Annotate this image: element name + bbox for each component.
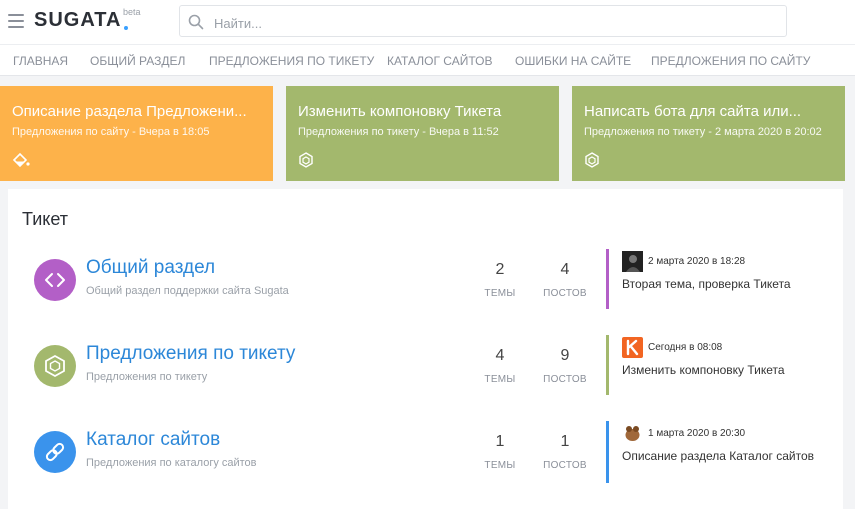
last-post-title[interactable]: Изменить компоновку Тикета xyxy=(622,361,822,380)
themes-count: 4 xyxy=(495,347,505,364)
forum-description: Предложения по тикету xyxy=(86,371,208,383)
featured-card-1[interactable]: Описание раздела Предложени... Предложен… xyxy=(0,86,273,181)
nav-ticket-suggestions[interactable]: ПРЕДЛОЖЕНИЯ ПО ТИКЕТУ xyxy=(209,54,374,68)
menu-icon[interactable] xyxy=(8,14,24,28)
section-title: Тикет xyxy=(22,209,68,229)
featured-card-2[interactable]: Изменить компоновку Тикета Предложения п… xyxy=(286,86,559,181)
beta-badge: beta xyxy=(123,7,141,17)
themes-label: ТЕМЫ xyxy=(484,460,516,471)
nav-site-catalog[interactable]: КАТАЛОГ САЙТОВ xyxy=(387,54,492,68)
hexagon-icon xyxy=(585,152,599,168)
posts-label: ПОСТОВ xyxy=(543,460,587,471)
forum-title-link[interactable]: Предложения по тикету xyxy=(86,343,295,365)
last-post-time: Сегодня в 08:08 xyxy=(648,342,723,353)
code-brackets-icon xyxy=(45,273,65,287)
last-post: 1 марта 2020 в 20:30 Описание раздела Ка… xyxy=(606,421,836,483)
posts-label: ПОСТОВ xyxy=(543,288,587,299)
posts-label: ПОСТОВ xyxy=(543,374,587,385)
nav-site-errors[interactable]: ОШИБКИ НА САЙТЕ xyxy=(515,54,631,68)
paint-bucket-icon xyxy=(12,152,30,168)
search-box[interactable] xyxy=(179,5,787,37)
link-icon xyxy=(45,442,65,462)
featured-card-title[interactable]: Описание раздела Предложени... xyxy=(12,103,261,120)
forum-title-link[interactable]: Каталог сайтов xyxy=(86,429,220,451)
hexagon-icon xyxy=(45,354,65,378)
forum-icon-circle[interactable] xyxy=(34,431,76,473)
posts-count: 9 xyxy=(560,347,570,364)
search-input[interactable] xyxy=(212,12,776,34)
forum-icon-circle[interactable] xyxy=(34,345,76,387)
nav-home[interactable]: ГЛАВНАЯ xyxy=(13,54,68,68)
featured-card-title[interactable]: Написать бота для сайта или... xyxy=(584,103,833,120)
avatar[interactable] xyxy=(622,251,643,272)
avatar[interactable] xyxy=(622,337,643,358)
themes-label: ТЕМЫ xyxy=(484,374,516,385)
nav-general[interactable]: ОБЩИЙ РАЗДЕЛ xyxy=(90,54,185,68)
last-post: 2 марта 2020 в 18:28 Вторая тема, провер… xyxy=(606,249,836,309)
themes-count: 2 xyxy=(495,261,505,278)
ticket-section: Тикет Общий раздел Общий раздел поддержк… xyxy=(8,189,843,509)
logo-dot xyxy=(124,26,128,30)
featured-card-meta: Предложения по тикету - 2 марта 2020 в 2… xyxy=(584,126,822,138)
last-post-time: 1 марта 2020 в 20:30 xyxy=(648,428,746,439)
logo[interactable]: SUGATA xyxy=(34,9,121,32)
featured-card-meta: Предложения по сайту - Вчера в 18:05 xyxy=(12,126,210,138)
avatar[interactable] xyxy=(622,423,643,444)
themes-label: ТЕМЫ xyxy=(484,288,516,299)
nav-site-suggestions[interactable]: ПРЕДЛОЖЕНИЯ ПО САЙТУ xyxy=(651,54,810,68)
forum-title-link[interactable]: Общий раздел xyxy=(86,257,215,279)
forum-row: Общий раздел Общий раздел поддержки сайт… xyxy=(8,249,843,329)
forum-description: Общий раздел поддержки сайта Sugata xyxy=(86,285,289,297)
themes-count: 1 xyxy=(495,433,505,450)
forum-description: Предложения по каталогу сайтов xyxy=(86,457,257,469)
forum-row: Предложения по тикету Предложения по тик… xyxy=(8,335,843,415)
forum-row: Каталог сайтов Предложения по каталогу с… xyxy=(8,421,843,501)
last-post: Сегодня в 08:08 Изменить компоновку Тике… xyxy=(606,335,836,395)
posts-count: 1 xyxy=(560,433,570,450)
hexagon-icon xyxy=(299,152,313,168)
posts-count: 4 xyxy=(560,261,570,278)
featured-card-title[interactable]: Изменить компоновку Тикета xyxy=(298,103,547,120)
featured-card-3[interactable]: Написать бота для сайта или... Предложен… xyxy=(572,86,845,181)
forum-icon-circle[interactable] xyxy=(34,259,76,301)
last-post-title[interactable]: Описание раздела Каталог сайтов xyxy=(622,447,822,466)
main-nav: ГЛАВНАЯ ОБЩИЙ РАЗДЕЛ ПРЕДЛОЖЕНИЯ ПО ТИКЕ… xyxy=(0,44,855,76)
featured-card-meta: Предложения по тикету - Вчера в 11:52 xyxy=(298,126,499,138)
last-post-time: 2 марта 2020 в 18:28 xyxy=(648,256,746,267)
search-icon xyxy=(188,14,204,30)
top-header: SUGATA beta xyxy=(0,0,855,44)
last-post-title[interactable]: Вторая тема, проверка Тикета xyxy=(622,275,822,294)
